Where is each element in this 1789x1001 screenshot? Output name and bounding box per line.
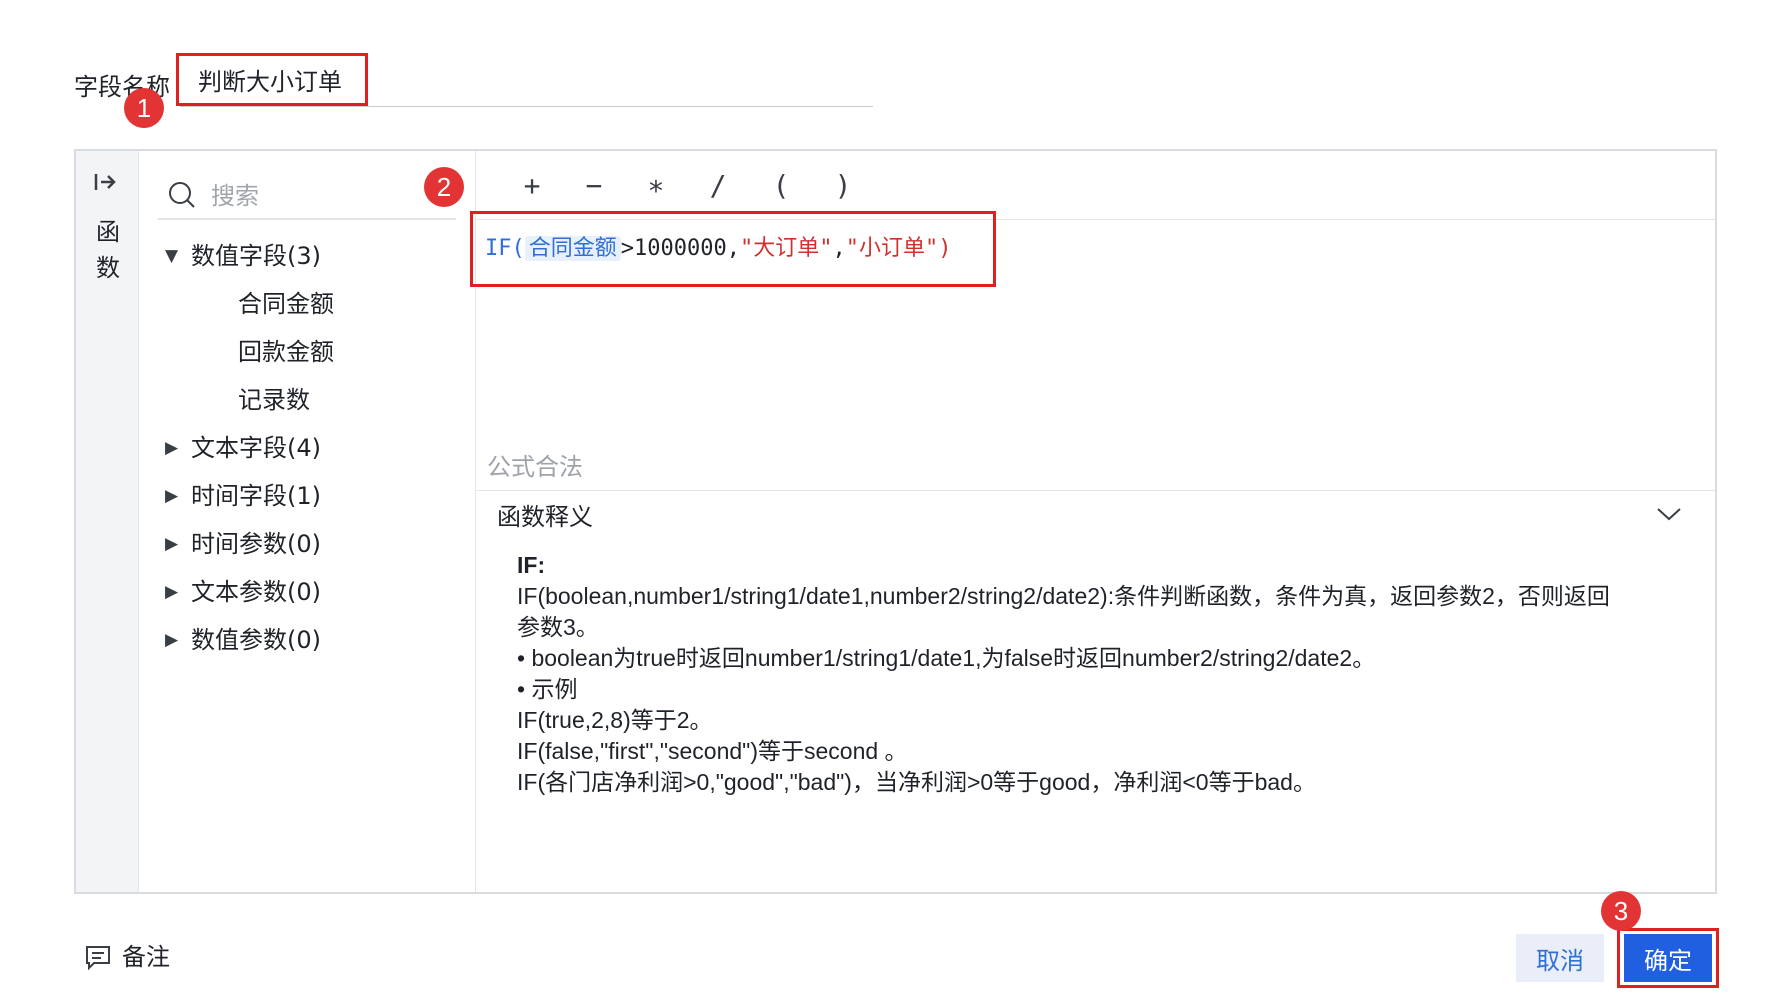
help-line: IF(boolean,number1/string1/date1,number2…: [517, 583, 1610, 609]
formula-editor[interactable]: IF(合同金额 >1000000,"大订单","小订单"): [485, 230, 951, 268]
operator-minus-button[interactable]: −: [579, 168, 609, 204]
help-body: IF: IF(boolean,number1/string1/date1,num…: [517, 550, 1667, 798]
note-icon[interactable]: [84, 944, 112, 976]
field-name-underline: [180, 106, 873, 107]
operator-multiply-button[interactable]: ∗: [641, 168, 671, 204]
tree-group-text-fields[interactable]: ▶ 文本字段(4): [165, 431, 321, 465]
field-name-input[interactable]: [176, 53, 368, 106]
help-line: IF(各门店净利润>0,"good","bad")，当净利润>0等于good，净…: [517, 769, 1316, 795]
help-line: IF(false,"first","second")等于second 。: [517, 738, 908, 764]
formula-status: 公式合法: [487, 453, 583, 481]
tree-item-record-count[interactable]: 记录数: [238, 383, 310, 417]
formula-close: ): [938, 236, 952, 261]
search-input[interactable]: [209, 175, 413, 217]
function-rail-label[interactable]: 函 数: [93, 214, 123, 286]
caret-right-icon: ▶: [165, 438, 179, 458]
operator-open-paren-button[interactable]: (: [766, 168, 796, 204]
tree-group-numeric-fields[interactable]: ▼ 数值字段(3): [165, 239, 321, 273]
tree-group-label: 文本字段(4): [191, 434, 321, 462]
tree-item-contract-amount[interactable]: 合同金额: [238, 287, 334, 321]
help-title[interactable]: 函数释义: [497, 500, 593, 534]
rail-label-line1: 函: [96, 218, 120, 246]
operator-plus-button[interactable]: +: [517, 168, 547, 204]
rail-label-line2: 数: [96, 254, 120, 282]
tree-item-payment-amount[interactable]: 回款金额: [238, 335, 334, 369]
formula-arg2: "小订单": [845, 236, 939, 261]
caret-right-icon: ▶: [165, 534, 179, 554]
formula-field-token[interactable]: 合同金额: [524, 236, 621, 261]
operator-close-paren-button[interactable]: ): [828, 168, 858, 204]
cancel-button[interactable]: 取消: [1516, 934, 1604, 982]
caret-down-icon: ▼: [165, 246, 179, 266]
chevron-down-icon[interactable]: [1656, 505, 1682, 527]
help-line: • boolean为true时返回number1/string1/date1,为…: [517, 645, 1376, 671]
caret-right-icon: ▶: [165, 582, 179, 602]
help-line: IF(true,2,8)等于2。: [517, 707, 713, 733]
step-badge-3: 3: [1601, 891, 1641, 931]
formula-function: IF(: [485, 236, 525, 261]
caret-right-icon: ▶: [165, 630, 179, 650]
formula-comma: ,: [832, 236, 846, 261]
tree-group-label: 文本参数(0): [191, 578, 321, 606]
collapse-right-icon[interactable]: [92, 168, 120, 196]
formula-condition: >1000000,: [620, 236, 740, 261]
formula-arg1: "大订单": [739, 236, 833, 261]
tree-group-text-params[interactable]: ▶ 文本参数(0): [165, 575, 321, 609]
tree-group-numeric-params[interactable]: ▶ 数值参数(0): [165, 623, 321, 657]
tree-group-label: 时间参数(0): [191, 530, 321, 558]
help-line: 参数3。: [517, 614, 599, 640]
help-line: • 示例: [517, 676, 578, 702]
ok-button[interactable]: 确定: [1624, 934, 1712, 982]
help-divider: [476, 490, 1715, 491]
note-label[interactable]: 备注: [122, 940, 170, 974]
operator-divide-button[interactable]: /: [703, 168, 733, 204]
caret-right-icon: ▶: [165, 486, 179, 506]
help-function-name: IF:: [517, 552, 546, 578]
tree-group-time-fields[interactable]: ▶ 时间字段(1): [165, 479, 321, 513]
step-badge-2: 2: [424, 167, 464, 207]
tree-group-label: 数值参数(0): [191, 626, 321, 654]
tree-group-time-params[interactable]: ▶ 时间参数(0): [165, 527, 321, 561]
search-icon: [167, 180, 197, 214]
tree-group-label: 数值字段(3): [191, 242, 321, 270]
step-badge-1: 1: [124, 88, 164, 128]
tree-group-label: 时间字段(1): [191, 482, 321, 510]
